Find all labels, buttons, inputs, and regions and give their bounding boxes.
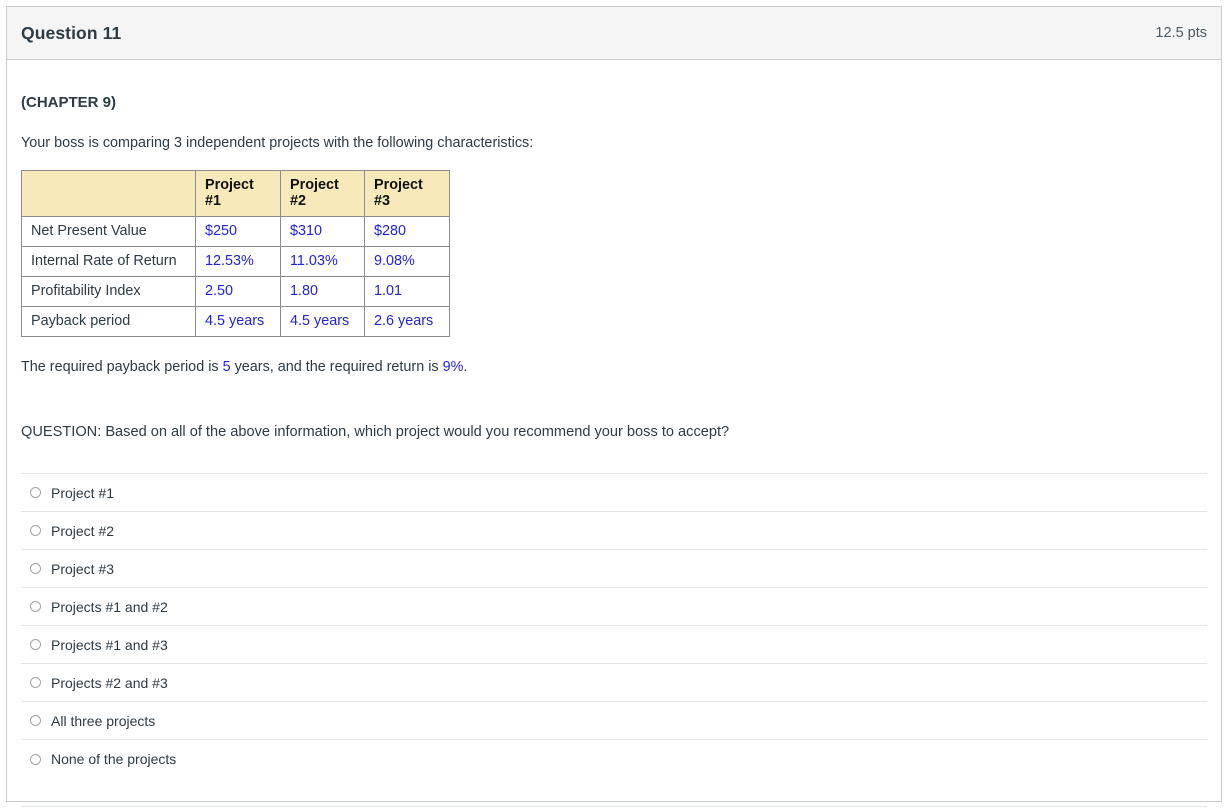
radio-button-icon[interactable] bbox=[30, 487, 41, 498]
projects-table: Project #1 Project #2 Project #3 Net Pre… bbox=[21, 170, 450, 337]
table-cell-value: 11.03% bbox=[280, 246, 365, 277]
radio-button-icon[interactable] bbox=[30, 525, 41, 536]
question-title: Question 11 bbox=[21, 22, 122, 43]
answer-option-label: Projects #1 and #2 bbox=[51, 598, 168, 615]
radio-button-icon[interactable] bbox=[30, 715, 41, 726]
table-row-label: Internal Rate of Return bbox=[21, 246, 196, 277]
required-payback-value: 5 bbox=[222, 359, 231, 375]
answer-option-5[interactable]: Projects #1 and #3 bbox=[21, 626, 1207, 664]
table-cell-value: 1.80 bbox=[280, 276, 365, 307]
radio-button-icon[interactable] bbox=[30, 677, 41, 688]
bottom-divider bbox=[21, 806, 1207, 807]
answer-option-label: Projects #1 and #3 bbox=[51, 636, 168, 653]
answer-option-label: Project #1 bbox=[51, 484, 115, 501]
table-col-header: Project #1 bbox=[195, 170, 281, 217]
table-row: Profitability Index 2.50 1.80 1.01 bbox=[21, 276, 450, 307]
required-line-part2: years, and the required return is bbox=[230, 359, 443, 375]
question-prompt: QUESTION: Based on all of the above info… bbox=[21, 424, 730, 440]
table-cell-value: 12.53% bbox=[195, 246, 281, 277]
table-cell-value: 1.01 bbox=[364, 276, 450, 307]
answer-option-1[interactable]: Project #1 bbox=[21, 474, 1207, 512]
required-line-part1: The required payback period is bbox=[21, 359, 223, 375]
question-container: Question 11 12.5 pts (CHAPTER 9) Your bo… bbox=[6, 6, 1222, 807]
table-corner-cell bbox=[21, 170, 196, 217]
radio-button-icon[interactable] bbox=[30, 753, 41, 765]
required-line-part3: . bbox=[463, 359, 468, 375]
table-cell-value: 9.08% bbox=[364, 246, 450, 277]
table-cell-value: 2.50 bbox=[195, 276, 281, 307]
question-body: (CHAPTER 9) Your boss is comparing 3 ind… bbox=[7, 94, 1221, 807]
answer-option-label: Projects #2 and #3 bbox=[51, 674, 168, 691]
table-cell-value: 2.6 years bbox=[364, 306, 450, 337]
table-row-label: Payback period bbox=[21, 306, 196, 337]
table-cell-value: 4.5 years bbox=[280, 306, 365, 337]
answer-option-8[interactable]: None of the projects bbox=[21, 740, 1207, 778]
radio-button-icon[interactable] bbox=[30, 639, 41, 650]
answer-option-7[interactable]: All three projects bbox=[21, 702, 1207, 740]
answer-option-2[interactable]: Project #2 bbox=[21, 512, 1207, 550]
table-cell-value: $310 bbox=[280, 216, 365, 247]
intro-text: Your boss is comparing 3 independent pro… bbox=[21, 135, 534, 151]
question-header: Question 11 12.5 pts bbox=[7, 7, 1221, 60]
answer-option-3[interactable]: Project #3 bbox=[21, 550, 1207, 588]
table-header-row: Project #1 Project #2 Project #3 bbox=[21, 170, 450, 217]
answer-option-6[interactable]: Projects #2 and #3 bbox=[21, 664, 1207, 702]
table-cell-value: $280 bbox=[364, 216, 450, 247]
answer-option-label: All three projects bbox=[51, 712, 156, 729]
table-row: Payback period 4.5 years 4.5 years 2.6 y… bbox=[21, 306, 450, 337]
required-parameters-line: The required payback period is 5 years, … bbox=[21, 359, 1207, 375]
chapter-label: (CHAPTER 9) bbox=[21, 94, 117, 111]
table-col-header: Project #2 bbox=[280, 170, 365, 217]
table-row-label: Profitability Index bbox=[21, 276, 196, 307]
table-row: Net Present Value $250 $310 $280 bbox=[21, 216, 450, 247]
answer-option-4[interactable]: Projects #1 and #2 bbox=[21, 588, 1207, 626]
required-return-value: 9% bbox=[442, 359, 464, 375]
table-row: Internal Rate of Return 12.53% 11.03% 9.… bbox=[21, 246, 450, 277]
table-row-label: Net Present Value bbox=[21, 216, 196, 247]
table-col-header: Project #3 bbox=[364, 170, 450, 217]
radio-button-icon[interactable] bbox=[30, 601, 41, 612]
table-cell-value: 4.5 years bbox=[195, 306, 281, 337]
table-cell-value: $250 bbox=[195, 216, 281, 247]
question-points: 12.5 pts bbox=[1155, 25, 1207, 41]
answer-option-label: Project #2 bbox=[51, 522, 115, 539]
answer-option-label: Project #3 bbox=[51, 560, 115, 577]
radio-button-icon[interactable] bbox=[30, 563, 41, 574]
answer-options-list: Project #1 Project #2 Project #3 Project… bbox=[21, 473, 1207, 778]
answer-option-label: None of the projects bbox=[51, 751, 177, 767]
